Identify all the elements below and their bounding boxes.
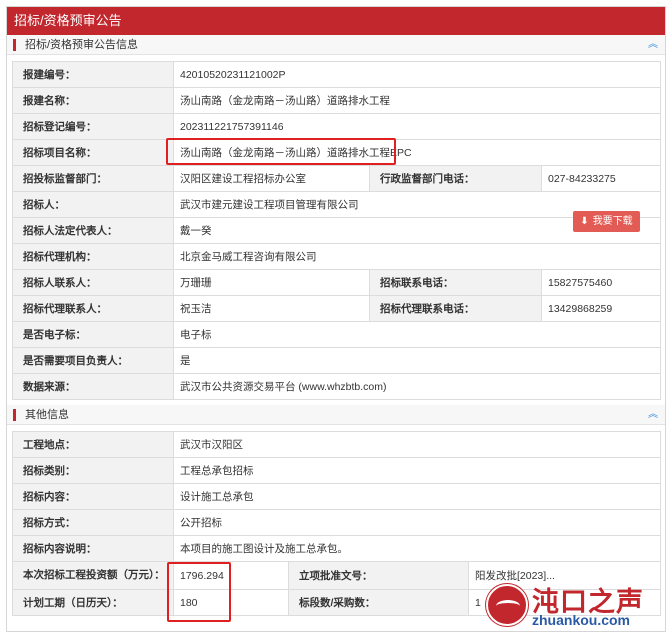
field-value: 汤山南路（金龙南路－汤山路）道路排水工程 (173, 87, 661, 114)
field-label: 计划工期（日历天）： (12, 589, 174, 616)
page-title: 招标/资格预审公告 (7, 7, 665, 35)
field-label: 招标人联系人： (12, 269, 174, 296)
field-label: 招标方式： (12, 509, 174, 536)
announcement-info-table: 报建编号： 42010520231121002P 报建名称： 汤山南路（金龙南路… (12, 61, 661, 400)
field-label: 招标人： (12, 191, 174, 218)
table-row: 是否需要项目负责人： 是 (12, 347, 661, 374)
table-row: 招标登记编号： 2023112217573911​46 (12, 113, 661, 140)
field-label: 数据来源： (12, 373, 174, 400)
source-link[interactable]: 武汉市公共资源交易平台 (www.whzbtb.com) (173, 373, 661, 400)
table-row: 招标类别： 工程总承包招标 (12, 457, 662, 484)
field-value: 武汉市汉阳区 (172, 431, 662, 458)
table-row: 招投标监督部门： 汉阳区建设工程招标办公室 行政监督部门电话： 027-8423… (12, 165, 661, 192)
section-marker (13, 409, 16, 421)
table-row: 招标人联系人： 万珊珊 招标联系电话： 15827575460 (12, 269, 661, 296)
field-label: 报建编号： (12, 61, 174, 88)
field-value: 万珊珊 (173, 269, 370, 296)
section-header-other-info[interactable]: 其他信息 ︽ (7, 405, 665, 425)
field-value: 工程总承包招标 (172, 457, 662, 484)
table-row: 招标项目名称： 汤山南路（金龙南路－汤山路）道路排水工程EPC (12, 139, 661, 166)
field-value: 027-84233275 (541, 165, 661, 192)
table-row: 招标方式： 公开招标 (12, 509, 662, 536)
field-label: 招投标监督部门： (12, 165, 174, 192)
table-row: 工程地点： 武汉市汉阳区 (12, 431, 662, 458)
table-row: 招标代理机构： 北京金马威工程咨询有限公司 (12, 243, 661, 270)
table-row: 是否电子标： 电子标 (12, 321, 661, 348)
field-label: 招标联系电话： (369, 269, 542, 296)
field-label: 招标代理机构： (12, 243, 174, 270)
section-title: 其他信息 (25, 409, 69, 421)
table-row: 报建编号： 42010520231121002P (12, 61, 661, 88)
field-label: 工程地点： (12, 431, 174, 458)
field-label: 标段数/采购数： (288, 589, 469, 616)
field-value: 42010520231121002P (173, 61, 661, 88)
field-value: 是 (173, 347, 661, 374)
field-value: 汉阳区建设工程招标办公室 (173, 165, 370, 192)
table-row: 招标人： 武汉市建元建设工程项目管理有限公司 (12, 191, 661, 218)
table-row: 报建名称： 汤山南路（金龙南路－汤山路）道路排水工程 (12, 87, 661, 114)
field-label: 本次招标工程投资额（万元）： (12, 561, 174, 590)
field-value: 电子标 (173, 321, 661, 348)
field-label: 招标登记编号： (12, 113, 174, 140)
field-value: 15827575460 (541, 269, 661, 296)
download-icon: ⬇ (580, 216, 589, 227)
collapse-icon[interactable]: ︽ (648, 405, 658, 425)
field-label: 立项批准文号： (288, 561, 469, 590)
collapse-icon[interactable]: ︽ (648, 35, 658, 55)
download-label: 我要下载 (592, 216, 633, 227)
field-label: 招标内容说明： (12, 535, 174, 562)
field-label: 行政监督部门电话： (369, 165, 542, 192)
watermark-logo: 沌口之声 zhuankou.com (486, 578, 666, 632)
table-row: 招标内容说明： 本项目的施工图设计及施工总承包。 (12, 535, 662, 562)
download-button[interactable]: ⬇ 我要下载 (573, 211, 640, 232)
field-value: 公开招标 (172, 509, 662, 536)
field-value: 13429868259 (541, 295, 661, 322)
section-marker (13, 39, 16, 51)
field-label: 招标项目名称： (12, 139, 174, 166)
field-value: 北京金马威工程咨询有限公司 (173, 243, 661, 270)
field-value: 设计施工总承包 (172, 483, 662, 510)
field-label: 报建名称： (12, 87, 174, 114)
logo-icon (486, 584, 528, 626)
field-value: 1796.294 (173, 561, 289, 590)
field-label: 招标类别： (12, 457, 174, 484)
field-value: 本项目的施工图设计及施工总承包。 (172, 535, 662, 562)
field-label: 招标内容： (12, 483, 174, 510)
field-value: 汤山南路（金龙南路－汤山路）道路排水工程EPC (173, 139, 661, 166)
section-header-announcement-info[interactable]: 招标/资格预审公告信息 ︽ (7, 35, 665, 55)
section-title: 招标/资格预审公告信息 (25, 39, 139, 51)
field-value: 2023112217573911​46 (173, 113, 661, 140)
watermark-url: zhuankou.com (532, 612, 631, 628)
table-row: 招标代理联系人： 祝玉洁 招标代理联系电话： 13429868259 (12, 295, 661, 322)
table-row: 招标内容： 设计施工总承包 (12, 483, 662, 510)
field-label: 招标代理联系电话： (369, 295, 542, 322)
table-row: 招标人法定代表人： 戴一癸 (12, 217, 661, 244)
field-label: 招标人法定代表人： (12, 217, 174, 244)
field-label: 招标代理联系人： (12, 295, 174, 322)
field-label: 是否电子标： (12, 321, 174, 348)
field-value: 180 (173, 589, 289, 616)
field-value: 祝玉洁 (173, 295, 370, 322)
table-row: 数据来源： 武汉市公共资源交易平台 (www.whzbtb.com) (12, 373, 661, 400)
announcement-panel: 招标/资格预审公告 招标/资格预审公告信息 ︽ 报建编号： 4201052023… (6, 6, 666, 632)
field-label: 是否需要项目负责人： (12, 347, 174, 374)
